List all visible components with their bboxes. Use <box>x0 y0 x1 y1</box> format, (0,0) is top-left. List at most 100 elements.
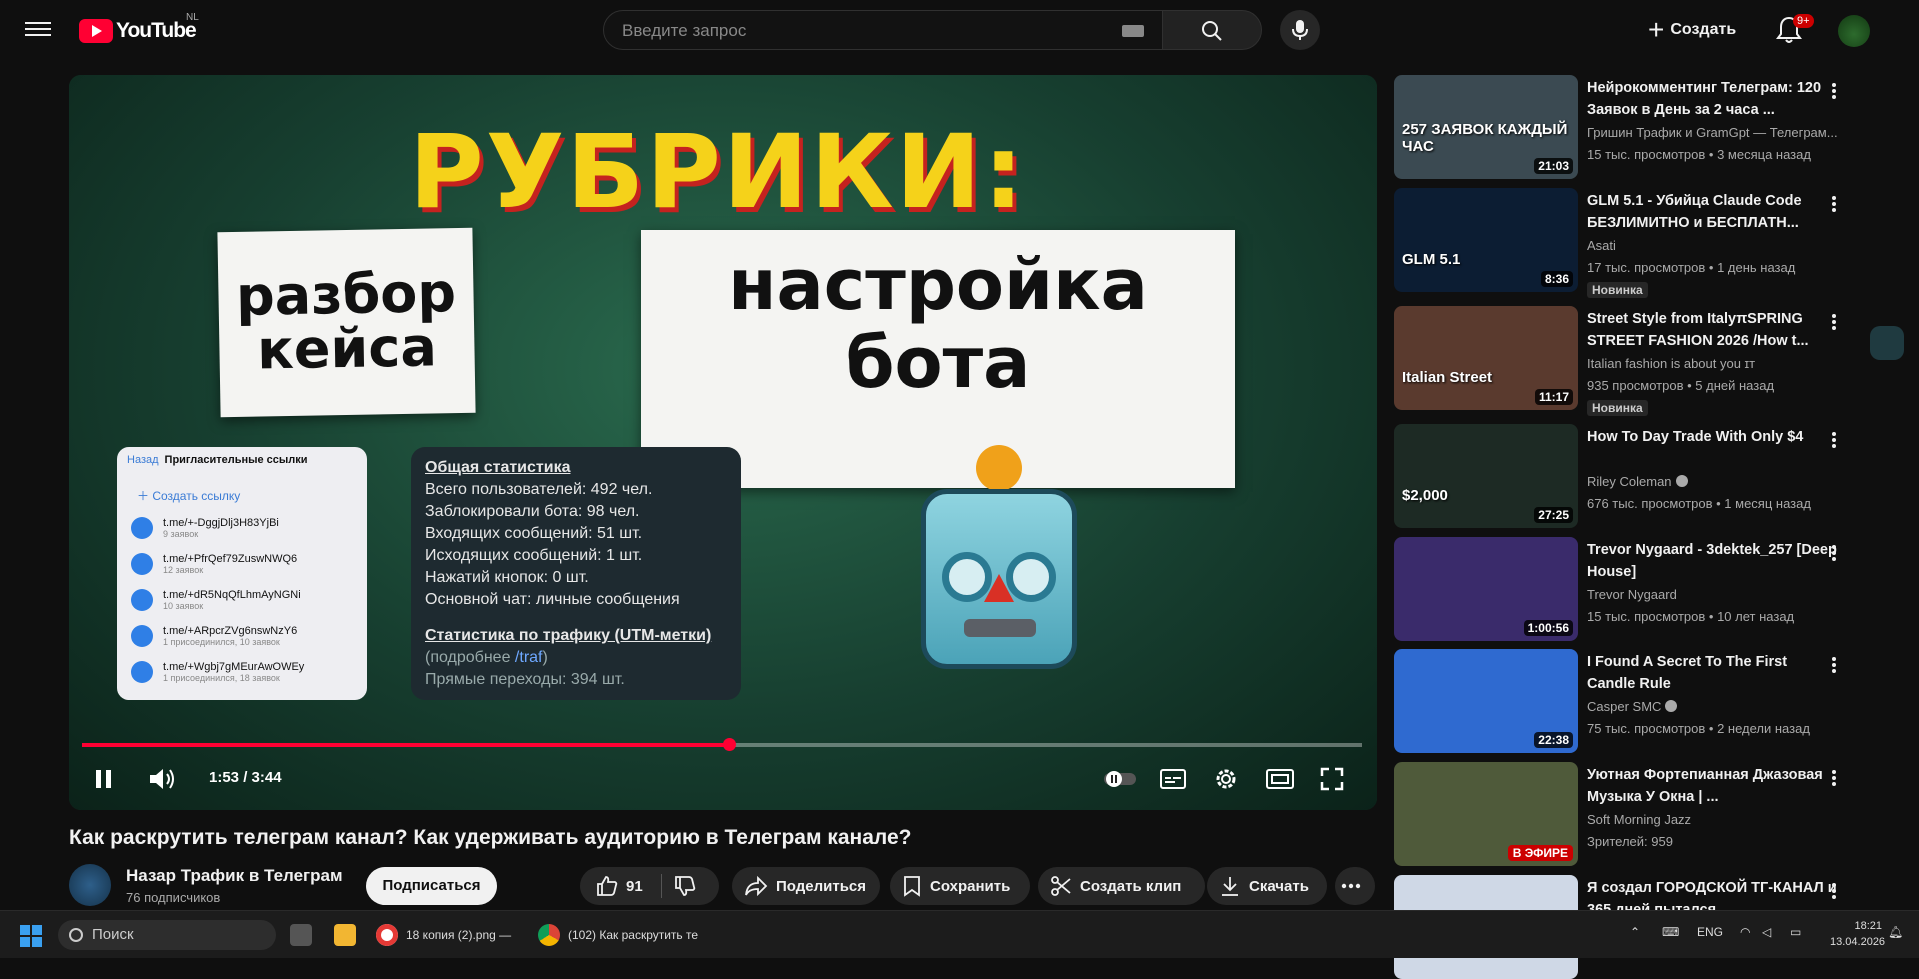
related-video-item[interactable]: В ЭФИРЕ Уютная Фортепианная Джазовая Музы… <box>1394 762 1894 866</box>
task-view-icon[interactable] <box>290 919 320 951</box>
page-scrollbar[interactable] <box>1908 0 1919 910</box>
theater-mode-icon[interactable] <box>1266 768 1294 790</box>
related-video-thumbnail[interactable]: В ЭФИРЕ <box>1394 762 1578 866</box>
download-button[interactable]: Скачать <box>1207 867 1327 905</box>
frame-telegram-add-label: Создать ссылку <box>152 489 241 503</box>
youtube-logo[interactable]: YouTube <box>79 18 197 44</box>
notification-center-icon[interactable]: 🔔︎ <box>1888 925 1903 939</box>
create-button[interactable]: + Создать <box>1648 10 1748 50</box>
frame-telegram-note: 1 присоединился, 10 заявок <box>163 637 280 647</box>
verified-icon <box>1665 700 1678 712</box>
related-video-channel[interactable]: Гришин Трафик и GramGpt — Телеграм... <box>1587 125 1837 140</box>
video-player[interactable]: РУБРИКИ: разбор кейса настройка бота Наз… <box>69 75 1377 810</box>
related-video-title[interactable]: Нейрокомментинг Телеграм: 120 Заявок в Д… <box>1587 77 1837 121</box>
related-video-item[interactable]: Italian Street 11:17 Street Style from Ita… <box>1394 306 1894 416</box>
keyboard-icon[interactable] <box>1122 25 1144 37</box>
related-video-channel[interactable]: Casper SMC <box>1587 699 1837 714</box>
subscribe-button[interactable]: Подписаться <box>366 867 497 905</box>
thumbs-down-icon[interactable] <box>674 875 696 897</box>
related-video-title[interactable]: How To Day Trade With Only $4 <box>1587 426 1837 448</box>
frame-paper-right-line1: настройка <box>728 244 1148 326</box>
related-video-meta: 75 тыс. просмотров • 2 недели назад <box>1587 721 1810 736</box>
autoplay-toggle[interactable] <box>1104 770 1136 788</box>
more-vertical-icon[interactable] <box>1824 768 1844 788</box>
frame-telegram-note: 9 заявок <box>163 529 199 539</box>
battery-icon[interactable]: ▭ <box>1790 925 1801 939</box>
floating-extension-icon[interactable] <box>1870 326 1904 360</box>
language-indicator[interactable]: ENG <box>1697 925 1723 939</box>
related-video-channel[interactable]: Trevor Nygaard <box>1587 587 1837 602</box>
volume-icon[interactable] <box>148 766 176 792</box>
more-vertical-icon[interactable] <box>1824 194 1844 214</box>
verified-icon <box>1675 475 1688 487</box>
taskbar-app-yandex[interactable]: 18 копия (2).png — <box>376 919 511 951</box>
related-video-title[interactable]: GLM 5.1 - Убийца Claude Code БЕЗЛИМИТНО … <box>1587 190 1837 234</box>
related-video-thumbnail[interactable]: 257 ЗАЯВОК КАЖДЫЙ ЧАС 21:03 <box>1394 75 1578 179</box>
thumbs-up-icon[interactable] <box>596 875 618 897</box>
like-count[interactable]: 91 <box>626 878 643 895</box>
related-video-meta: 15 тыс. просмотров • 3 месяца назад <box>1587 147 1811 162</box>
subtitles-icon[interactable] <box>1160 768 1186 790</box>
search-button[interactable] <box>1162 10 1262 50</box>
fullscreen-icon[interactable] <box>1320 767 1344 791</box>
windows-start-icon[interactable] <box>20 925 42 947</box>
thumbnail-text: Italian Street <box>1402 369 1493 386</box>
related-video-thumbnail[interactable]: $2,000 27:25 <box>1394 424 1578 528</box>
related-video-item[interactable]: $2,000 27:25 How To Day Trade With Only $4… <box>1394 424 1894 528</box>
save-button[interactable]: Сохранить <box>890 867 1030 905</box>
related-video-channel[interactable]: Asati <box>1587 238 1837 253</box>
related-video-channel-name: Soft Morning Jazz <box>1587 812 1692 827</box>
related-video-item[interactable]: GLM 5.1 8:36 GLM 5.1 - Убийца Claude Code … <box>1394 188 1894 298</box>
voice-search-button[interactable] <box>1280 10 1320 50</box>
related-video-meta: Зрителей: 959 <box>1587 834 1673 849</box>
related-video-channel[interactable]: Riley Coleman <box>1587 474 1837 489</box>
related-video-thumbnail[interactable]: GLM 5.1 8:36 <box>1394 188 1578 292</box>
taskbar-app-chrome[interactable]: (102) Как раскрутить те <box>538 919 698 951</box>
related-video-item[interactable]: 1:00:56 Trevor Nygaard - 3dektek_257 [Dee… <box>1394 537 1894 641</box>
chevron-up-icon[interactable]: ⌃ <box>1630 925 1640 939</box>
share-button[interactable]: Поделиться <box>732 867 880 905</box>
related-video-thumbnail[interactable]: 22:38 <box>1394 649 1578 753</box>
related-video-thumbnail[interactable]: 1:00:56 <box>1394 537 1578 641</box>
account-avatar[interactable] <box>1838 15 1870 47</box>
file-explorer-icon[interactable] <box>334 919 364 951</box>
more-vertical-icon[interactable] <box>1824 81 1844 101</box>
logo-text: YouTube <box>116 19 197 42</box>
more-vertical-icon[interactable] <box>1824 543 1844 563</box>
more-vertical-icon[interactable] <box>1824 655 1844 675</box>
related-video-meta: 935 просмотров • 5 дней назад <box>1587 378 1775 393</box>
related-video-channel[interactable]: Soft Morning Jazz <box>1587 812 1837 827</box>
related-video-item[interactable]: 22:38 I Found A Secret To The First Candl… <box>1394 649 1894 753</box>
menu-icon[interactable] <box>25 18 51 42</box>
channel-name[interactable]: Назар Трафик в Телеграм <box>126 866 343 886</box>
system-clock[interactable]: 18:21 13.04.2026 <box>1830 918 1885 950</box>
subscriber-count: 76 подписчиков <box>126 890 221 905</box>
video-duration: 27:25 <box>1534 507 1573 523</box>
related-video-title[interactable]: Street Style from ItalyπSPRING STREET FA… <box>1587 308 1837 352</box>
more-actions-button[interactable] <box>1335 867 1375 905</box>
clip-button[interactable]: Создать клип <box>1038 867 1205 905</box>
video-duration: 21:03 <box>1534 158 1573 174</box>
search-input[interactable] <box>620 11 1084 51</box>
related-video-title[interactable]: Уютная Фортепианная Джазовая Музыка У Ок… <box>1587 764 1837 808</box>
more-vertical-icon[interactable] <box>1824 881 1844 901</box>
wifi-icon[interactable]: ◠ <box>1740 925 1750 939</box>
taskbar-search[interactable]: Поиск <box>58 920 276 950</box>
microphone-icon <box>1292 20 1308 40</box>
more-vertical-icon[interactable] <box>1824 430 1844 450</box>
related-video-item[interactable]: 257 ЗАЯВОК КАЖДЫЙ ЧАС 21:03 Нейрокомментин… <box>1394 75 1894 179</box>
related-video-title[interactable]: Trevor Nygaard - 3dektek_257 [Deep House… <box>1587 539 1837 583</box>
speaker-icon[interactable]: ◁ <box>1762 925 1771 939</box>
keyboard-icon[interactable]: ⌨ <box>1662 925 1679 939</box>
frame-stats-line: Заблокировали бота: 98 чел. <box>425 503 640 520</box>
channel-avatar[interactable] <box>69 864 111 906</box>
time-display: 1:53 / 3:44 <box>209 769 282 786</box>
related-video-channel[interactable]: Italian fashion is about you ɪт <box>1587 356 1837 371</box>
related-video-thumbnail[interactable]: Italian Street 11:17 <box>1394 306 1578 410</box>
search-icon <box>1202 21 1222 41</box>
settings-gear-icon[interactable] <box>1213 766 1239 792</box>
progress-bar[interactable] <box>82 738 1362 751</box>
related-video-title[interactable]: I Found A Secret To The First Candle Rul… <box>1587 651 1837 695</box>
pause-icon[interactable] <box>93 768 115 790</box>
more-vertical-icon[interactable] <box>1824 312 1844 332</box>
